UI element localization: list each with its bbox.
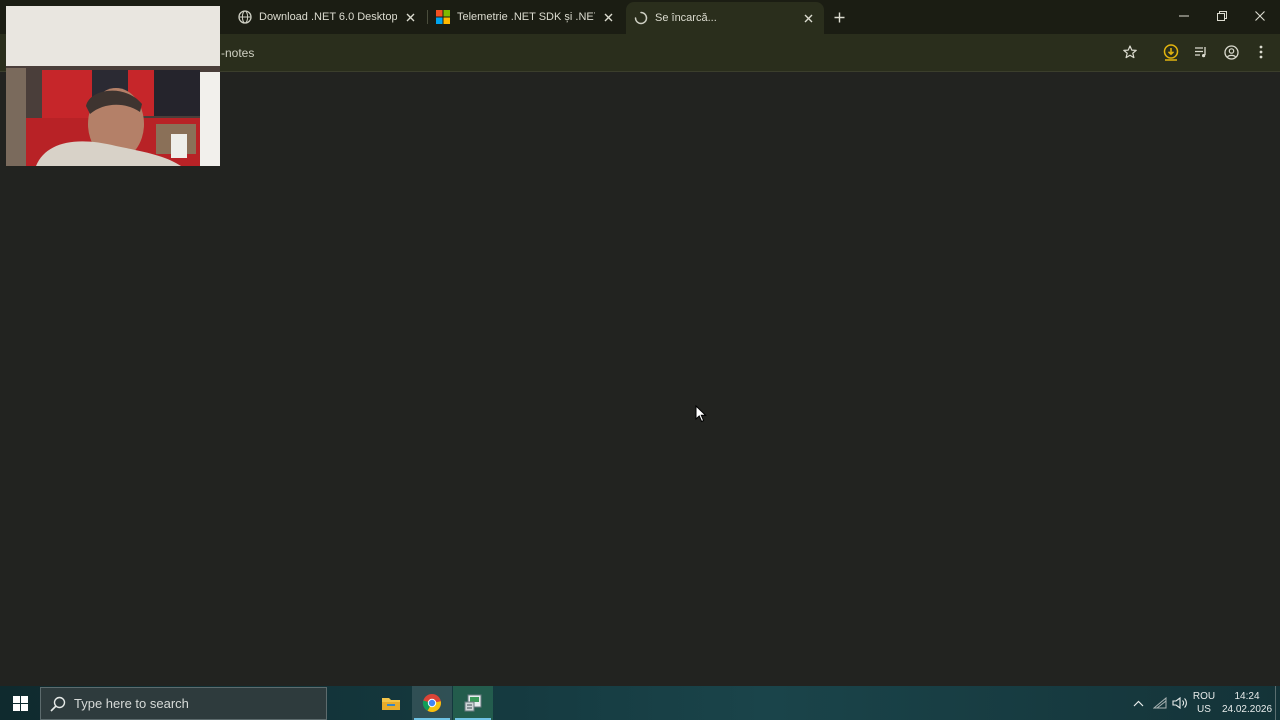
playlist-icon — [1195, 47, 1206, 58]
show-hidden-icons-button[interactable] — [1128, 686, 1148, 720]
clock-time: 14:24 — [1234, 691, 1260, 702]
restore-button[interactable] — [1203, 0, 1241, 32]
account-icon — [1223, 44, 1239, 60]
media-control-button[interactable] — [1191, 42, 1211, 62]
globe-icon — [238, 10, 252, 24]
tab-title: Telemetrie .NET SDK și .NET CLI — [457, 11, 595, 23]
menu-button[interactable] — [1251, 42, 1271, 62]
close-icon — [1255, 11, 1265, 21]
webcam-person-image — [6, 6, 220, 166]
taskbar-file-explorer[interactable] — [371, 686, 411, 720]
minimize-button[interactable] — [1165, 0, 1203, 32]
taskbar-search-box[interactable]: Type here to search — [40, 687, 327, 720]
windows-logo-icon — [12, 695, 28, 711]
show-desktop-button[interactable] — [1275, 686, 1280, 720]
start-button[interactable] — [0, 686, 40, 720]
address-bar[interactable]: -notes — [221, 46, 254, 60]
clock[interactable]: 14:24 24.02.2026 — [1220, 690, 1274, 716]
clock-date: 24.02.2026 — [1221, 704, 1273, 715]
taskbar: Type here to search ROU US 14:24 24.02.2… — [0, 686, 1280, 720]
tab-title: Download .NET 6.0 Desktop Ru — [259, 11, 397, 23]
tab-loading[interactable]: Se încarcă... — [626, 2, 824, 34]
tab-title: Se încarcă... — [655, 12, 717, 24]
speaker-icon — [1172, 697, 1187, 709]
restore-icon — [1217, 11, 1227, 21]
downloads-button[interactable] — [1161, 42, 1181, 62]
search-icon — [50, 696, 66, 712]
taskbar-chrome[interactable] — [412, 686, 452, 720]
new-tab-button[interactable] — [829, 7, 849, 27]
kebab-menu-icon — [1259, 45, 1263, 59]
profile-button[interactable] — [1221, 42, 1241, 62]
close-window-button[interactable] — [1241, 0, 1279, 32]
loading-spinner-icon — [634, 11, 648, 25]
app-icon — [464, 694, 482, 712]
plus-icon — [834, 12, 844, 22]
webcam-overlay — [6, 6, 220, 166]
tab-download-net[interactable]: Download .NET 6.0 Desktop Ru — [230, 4, 426, 30]
language-code: ROU — [1192, 691, 1216, 702]
mouse-cursor-icon — [695, 405, 707, 423]
language-indicator[interactable]: ROU US — [1190, 690, 1218, 716]
star-icon — [1123, 45, 1137, 59]
close-tab-icon[interactable] — [800, 10, 816, 26]
close-tab-icon[interactable] — [402, 9, 418, 25]
keyboard-layout: US — [1197, 704, 1211, 715]
file-explorer-icon — [382, 698, 400, 710]
minimize-icon — [1179, 15, 1189, 17]
network-icon — [1153, 697, 1167, 709]
chevron-up-icon — [1133, 700, 1143, 706]
download-icon — [1163, 43, 1179, 61]
volume-control[interactable] — [1170, 686, 1190, 720]
close-tab-icon[interactable] — [600, 9, 616, 25]
bookmark-star-button[interactable] — [1120, 42, 1140, 62]
microsoft-logo-icon — [436, 10, 450, 24]
network-status[interactable] — [1150, 686, 1170, 720]
search-placeholder: Type here to search — [74, 696, 189, 711]
chrome-icon — [422, 694, 441, 712]
tab-telemetrie[interactable]: Telemetrie .NET SDK și .NET CLI — [428, 4, 624, 30]
taskbar-app[interactable] — [453, 686, 493, 720]
